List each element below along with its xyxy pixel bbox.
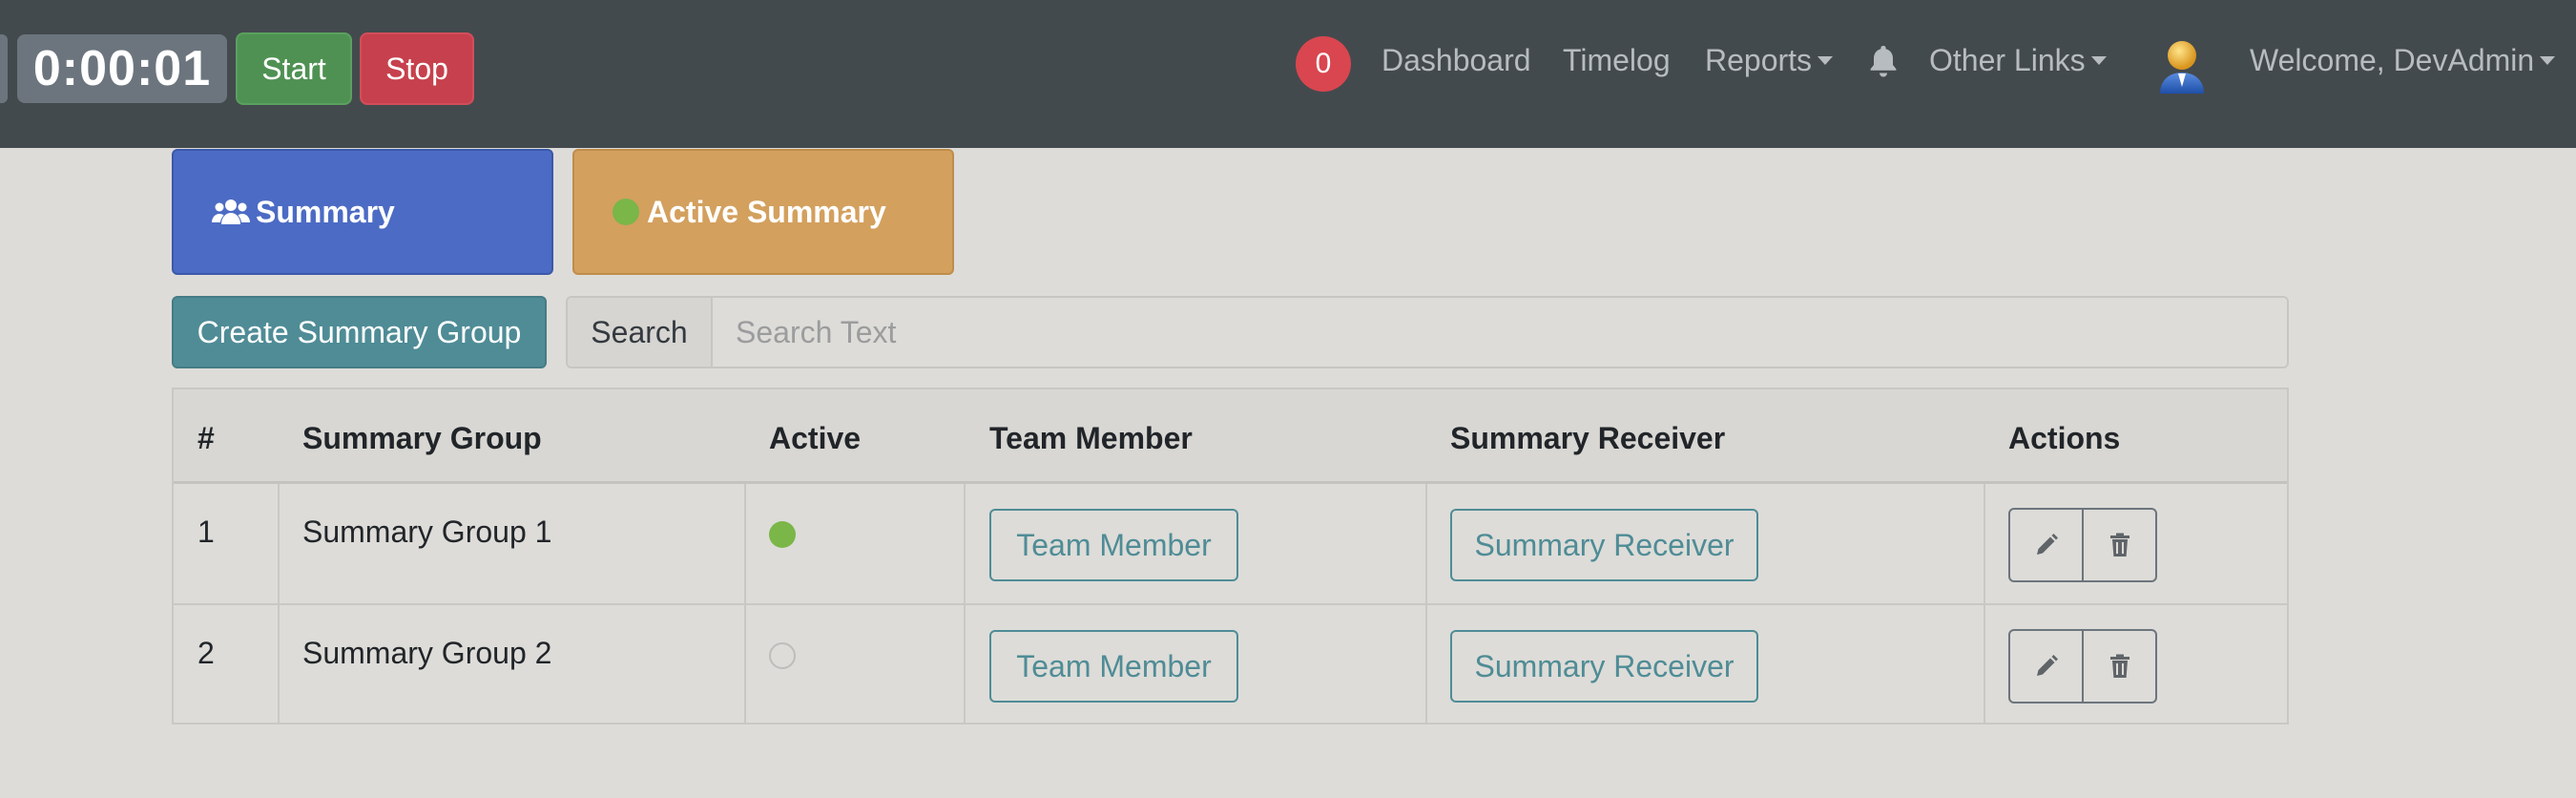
nav-reports-label: Reports: [1705, 43, 1813, 77]
trash-icon: [2109, 654, 2129, 678]
pencil-icon: [2036, 534, 2058, 555]
header-actions: Actions: [2008, 421, 2121, 455]
nav-link-timelog[interactable]: Timelog: [1563, 38, 1671, 82]
header-number: #: [197, 421, 215, 455]
row-number: 2: [197, 636, 215, 670]
nav-dropdown-reports[interactable]: Reports: [1705, 38, 1834, 82]
summary-receiver-button[interactable]: Summary Receiver: [1450, 630, 1758, 703]
users-icon: [212, 200, 250, 224]
sidebar-toggle-edge[interactable]: [0, 34, 8, 103]
green-dot-icon: [613, 199, 639, 225]
tab-summary-label: Summary: [256, 194, 395, 229]
trash-icon: [2109, 533, 2129, 556]
team-member-button[interactable]: Team Member: [989, 630, 1238, 703]
nav-link-dashboard[interactable]: Dashboard: [1381, 38, 1531, 82]
delete-button[interactable]: [2082, 510, 2155, 580]
header-team-member: Team Member: [989, 421, 1193, 455]
row-summary-group: Summary Group 2: [302, 636, 552, 670]
header-summary-group: Summary Group: [302, 421, 542, 455]
nav-other-links-label: Other Links: [1929, 43, 2086, 77]
summary-group-table: # Summary Group Active Team Member Summa…: [172, 388, 2289, 724]
delete-button[interactable]: [2082, 631, 2155, 702]
tab-summary[interactable]: Summary: [172, 149, 553, 275]
nav-dropdown-user[interactable]: Welcome, DevAdmin: [2250, 38, 2556, 82]
edit-button[interactable]: [2010, 510, 2082, 580]
row-summary-group: Summary Group 1: [302, 514, 552, 549]
chevron-down-icon: [1818, 56, 1834, 66]
table-row: 1 Summary Group 1 Team Member Summary Re…: [174, 484, 2287, 605]
row-actions: [2008, 629, 2157, 704]
pencil-icon: [2036, 655, 2058, 676]
top-navbar: 0:00:01 Start Stop 0 Dashboard Timelog R…: [0, 0, 2576, 148]
edit-button[interactable]: [2010, 631, 2082, 702]
bell-icon[interactable]: [1867, 44, 1900, 78]
create-summary-group-button[interactable]: Create Summary Group: [172, 296, 547, 368]
header-summary-receiver: Summary Receiver: [1450, 421, 1726, 455]
search-input[interactable]: [713, 298, 2287, 367]
header-active: Active: [769, 421, 862, 455]
table-header-row: # Summary Group Active Team Member Summa…: [174, 389, 2287, 484]
search-group: Search: [566, 296, 2289, 368]
summary-receiver-button[interactable]: Summary Receiver: [1450, 509, 1758, 581]
nav-dropdown-other-links[interactable]: Other Links: [1929, 38, 2107, 82]
start-button[interactable]: Start: [236, 32, 352, 105]
chevron-down-icon: [2090, 56, 2107, 66]
notification-count-badge[interactable]: 0: [1296, 36, 1351, 92]
row-actions: [2008, 508, 2157, 582]
timer-display: 0:00:01: [17, 34, 227, 103]
tab-active-summary[interactable]: Active Summary: [572, 149, 954, 275]
row-number: 1: [197, 514, 215, 549]
chevron-down-icon: [2540, 56, 2556, 66]
search-label: Search: [568, 298, 713, 367]
inactive-status-indicator: [769, 642, 796, 669]
stop-button[interactable]: Stop: [360, 32, 474, 105]
tab-active-summary-label: Active Summary: [647, 194, 886, 229]
team-member-button[interactable]: Team Member: [989, 509, 1238, 581]
active-status-indicator: [769, 521, 796, 548]
avatar-icon[interactable]: [2154, 36, 2210, 95]
table-row: 2 Summary Group 2 Team Member Summary Re…: [174, 605, 2287, 724]
welcome-text: Welcome, DevAdmin: [2250, 43, 2535, 77]
